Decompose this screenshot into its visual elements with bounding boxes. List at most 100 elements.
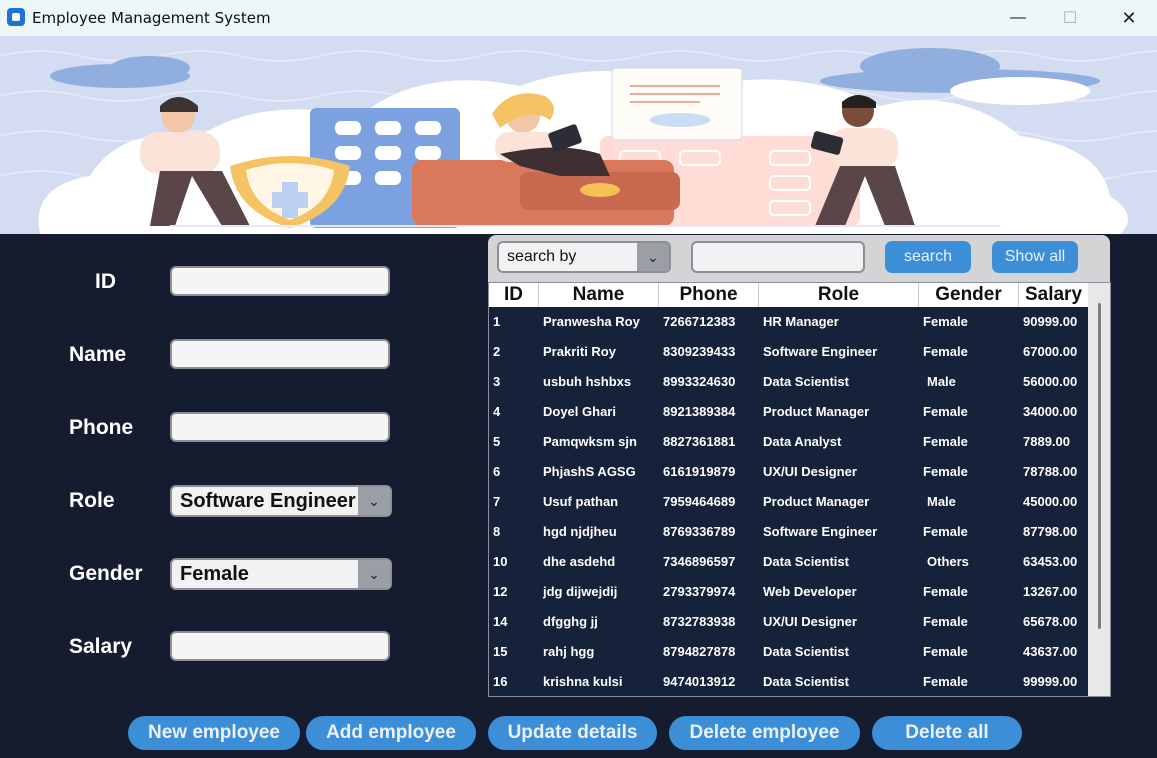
- cell-role: HR Manager: [763, 314, 839, 329]
- cell-gender: Others: [927, 554, 969, 569]
- column-header-id[interactable]: ID: [489, 283, 539, 307]
- cell-id: 3: [493, 374, 501, 389]
- table-scrollbar[interactable]: [1088, 283, 1110, 696]
- cell-gender: Male: [927, 374, 956, 389]
- cell-role: Software Engineer: [763, 524, 878, 539]
- table-row[interactable]: 10 dhe asdehd 7346896597 Data Scientist Othe…: [489, 547, 1089, 577]
- table-row[interactable]: 3 usbuh hshbxs 8993324630 Data Scientist Mal…: [489, 367, 1089, 397]
- table-header: ID Name Phone Role Gender Salary: [489, 283, 1089, 307]
- role-select-value: Software Engineer: [180, 490, 356, 512]
- chevron-down-icon[interactable]: ⌄: [358, 560, 390, 588]
- search-button[interactable]: search: [885, 241, 971, 273]
- salary-field[interactable]: [170, 631, 390, 661]
- search-input[interactable]: [691, 241, 865, 273]
- cell-name: Doyel Ghari: [543, 404, 616, 419]
- cell-phone: 8732783938: [663, 614, 736, 629]
- maximize-button[interactable]: ☐: [1047, 0, 1093, 36]
- cell-id: 12: [493, 584, 508, 599]
- new-employee-button[interactable]: New employee: [128, 716, 300, 750]
- salary-label: Salary: [69, 635, 133, 658]
- window-title: Employee Management System: [32, 9, 271, 27]
- cell-gender: Female: [923, 674, 968, 689]
- cell-role: UX/UI Designer: [763, 614, 857, 629]
- search-by-select[interactable]: search by ⌄: [497, 241, 671, 273]
- cell-gender: Female: [923, 464, 968, 479]
- cell-name: rahj hgg: [543, 644, 595, 659]
- scrollbar-thumb[interactable]: [1098, 303, 1101, 629]
- cell-phone: 2793379974: [663, 584, 736, 599]
- table-row[interactable]: 6 PhjashS AGSG 6161919879 UX/UI Designer Fem…: [489, 457, 1089, 487]
- column-header-gender[interactable]: Gender: [919, 283, 1019, 307]
- table-row[interactable]: 12 jdg dijwejdij 2793379974 Web Developer Fe…: [489, 577, 1089, 607]
- cell-name: Pranwesha Roy: [543, 314, 640, 329]
- chevron-down-icon[interactable]: ⌄: [358, 487, 390, 515]
- delete-employee-button[interactable]: Delete employee: [669, 716, 860, 750]
- cell-id: 6: [493, 464, 501, 479]
- search-toolbar: search by ⌄ search Show all: [488, 235, 1110, 282]
- cell-role: Data Scientist: [763, 554, 849, 569]
- cell-salary: 43637.00: [1023, 644, 1078, 659]
- table-row[interactable]: 1 Pranwesha Roy 7266712383 HR Manager Female…: [489, 307, 1089, 337]
- gender-select[interactable]: Female ⌄: [170, 558, 392, 590]
- cell-role: UX/UI Designer: [763, 464, 857, 479]
- cell-role: Web Developer: [763, 584, 857, 599]
- cell-name: Pamqwksm sjn: [543, 434, 637, 449]
- cell-role: Software Engineer: [763, 344, 878, 359]
- gender-select-value: Female: [180, 563, 249, 585]
- table-row[interactable]: 7 Usuf pathan 7959464689 Product Manager Mal…: [489, 487, 1089, 517]
- name-field[interactable]: [170, 339, 390, 369]
- table-row[interactable]: 4 Doyel Ghari 8921389384 Product Manager Fem…: [489, 397, 1089, 427]
- add-employee-button[interactable]: Add employee: [306, 716, 476, 750]
- cell-id: 4: [493, 404, 501, 419]
- cell-phone: 8993324630: [663, 374, 736, 389]
- cell-gender: Female: [923, 584, 968, 599]
- cell-id: 14: [493, 614, 508, 629]
- cell-salary: 13267.00: [1023, 584, 1078, 599]
- update-details-button[interactable]: Update details: [488, 716, 657, 750]
- cell-name: dfgghg jj: [543, 614, 598, 629]
- cell-salary: 87798.00: [1023, 524, 1078, 539]
- cell-id: 8: [493, 524, 501, 539]
- cell-phone: 8827361881: [663, 434, 736, 449]
- table-row[interactable]: 8 hgd njdjheu 8769336789 Software Engineer F…: [489, 517, 1089, 547]
- phone-label: Phone: [69, 416, 134, 439]
- table-row[interactable]: 14 dfgghg jj 8732783938 UX/UI Designer Femal…: [489, 607, 1089, 637]
- cell-phone: 7346896597: [663, 554, 736, 569]
- app-icon: [7, 8, 25, 26]
- cell-name: usbuh hshbxs: [543, 374, 632, 389]
- cell-phone: 6161919879: [663, 464, 736, 479]
- cell-name: Usuf pathan: [543, 494, 619, 509]
- show-all-button[interactable]: Show all: [992, 241, 1078, 273]
- cell-gender: Female: [923, 644, 968, 659]
- role-select[interactable]: Software Engineer ⌄: [170, 485, 392, 517]
- banner-illustration: [0, 36, 1157, 234]
- table-row[interactable]: 5 Pamqwksm sjn 8827361881 Data Analyst Femal…: [489, 427, 1089, 457]
- table-row[interactable]: 15 rahj hgg 8794827878 Data Scientist Female…: [489, 637, 1089, 667]
- cell-name: hgd njdjheu: [543, 524, 617, 539]
- table-row[interactable]: 16 krishna kulsi 9474013912 Data Scientist F…: [489, 667, 1089, 696]
- column-header-name[interactable]: Name: [539, 283, 659, 307]
- cell-phone: 7266712383: [663, 314, 736, 329]
- cell-phone: 8921389384: [663, 404, 736, 419]
- delete-all-button[interactable]: Delete all: [872, 716, 1022, 750]
- cell-gender: Female: [923, 434, 968, 449]
- cell-salary: 99999.00: [1023, 674, 1078, 689]
- search-by-value: search by: [507, 248, 577, 265]
- close-button[interactable]: ✕: [1106, 0, 1152, 36]
- cell-salary: 45000.00: [1023, 494, 1078, 509]
- column-header-phone[interactable]: Phone: [659, 283, 759, 307]
- column-header-role[interactable]: Role: [759, 283, 919, 307]
- chevron-down-icon[interactable]: ⌄: [637, 243, 669, 271]
- phone-field[interactable]: [170, 412, 390, 442]
- table-row[interactable]: 2 Prakriti Roy 8309239433 Software Engineer…: [489, 337, 1089, 367]
- employee-table[interactable]: ID Name Phone Role Gender Salary 1 Pranwe…: [488, 282, 1111, 697]
- cell-salary: 78788.00: [1023, 464, 1078, 479]
- cell-gender: Female: [923, 344, 968, 359]
- id-field[interactable]: [170, 266, 390, 296]
- cell-role: Product Manager: [763, 494, 870, 509]
- cell-id: 10: [493, 554, 508, 569]
- cell-phone: 8769336789: [663, 524, 736, 539]
- minimize-button[interactable]: —: [995, 0, 1041, 36]
- column-header-salary[interactable]: Salary: [1019, 283, 1089, 307]
- cell-name: krishna kulsi: [543, 674, 623, 689]
